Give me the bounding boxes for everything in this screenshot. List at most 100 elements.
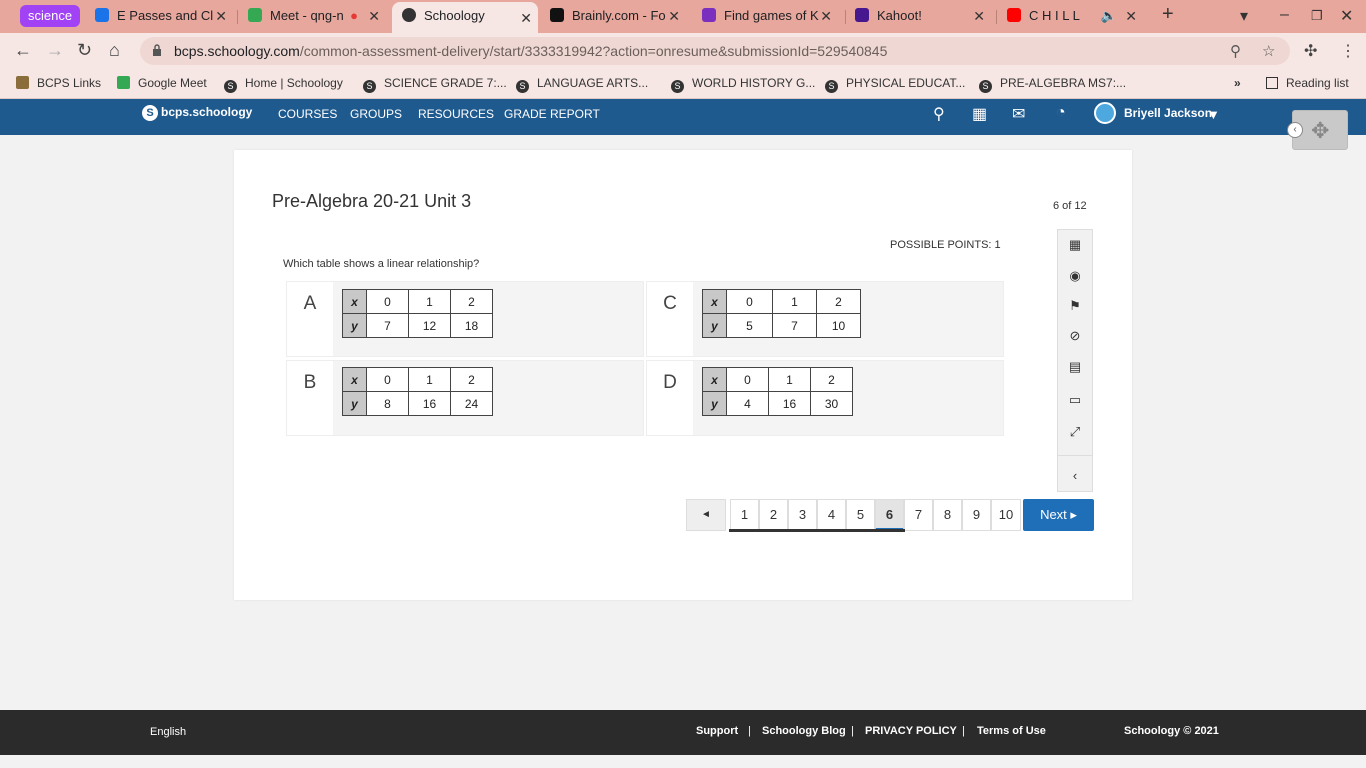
close-icon[interactable]: ✕: [973, 4, 985, 28]
notifications-icon[interactable]: ◔: [1056, 104, 1066, 122]
x-header: x: [702, 367, 727, 392]
bookmark-world-history[interactable]: S WORLD HISTORY G...: [671, 76, 815, 93]
tab-schoology[interactable]: Schoology ✕: [392, 2, 538, 33]
nav-resources[interactable]: RESOURCES: [418, 107, 494, 121]
search-icon[interactable]: ⚲: [933, 104, 945, 124]
avatar[interactable]: [1094, 102, 1116, 124]
mail-icon[interactable]: ✉: [1012, 104, 1025, 124]
nav-grade-report[interactable]: GRADE REPORT: [504, 107, 600, 121]
close-icon[interactable]: ✕: [520, 4, 532, 32]
table-cell: 16: [408, 391, 451, 416]
reading-list[interactable]: Reading list: [1266, 76, 1349, 90]
forward-icon[interactable]: →: [46, 40, 64, 61]
footer-terms[interactable]: Terms of Use: [977, 725, 1046, 737]
previous-button[interactable]: ◄: [686, 499, 726, 531]
tab-group-science[interactable]: science: [20, 5, 81, 27]
bookmark-pre-algebra[interactable]: S PRE-ALGEBRA MS7:...: [979, 76, 1126, 93]
tab-meet[interactable]: Meet - qng-n ● ✕: [248, 4, 386, 30]
move-handle[interactable]: ‹ ✥: [1287, 110, 1348, 150]
x-header: x: [702, 289, 727, 314]
reload-icon[interactable]: ↻: [77, 40, 92, 61]
tab-e-passes[interactable]: E Passes and Cl ✕: [95, 4, 233, 30]
window-close-icon[interactable]: ✕: [1340, 6, 1353, 26]
speaker-icon[interactable]: 🔈: [1101, 4, 1117, 28]
home-icon[interactable]: ⌂: [109, 40, 120, 61]
page-7[interactable]: 7: [904, 499, 933, 531]
calendar-icon[interactable]: ▦: [972, 104, 987, 124]
minimize-icon[interactable]: –: [1280, 6, 1289, 24]
clipboard-icon[interactable]: ▭: [1058, 392, 1092, 408]
page-3[interactable]: 3: [788, 499, 817, 531]
page-10[interactable]: 10: [991, 499, 1021, 531]
table-icon[interactable]: ▦: [1058, 237, 1092, 253]
bookmark-physical-education[interactable]: S PHYSICAL EDUCAT...: [825, 76, 965, 93]
tab-find-games[interactable]: Find games of K ✕: [702, 4, 838, 30]
restore-icon[interactable]: ❐: [1311, 8, 1323, 24]
schoology-logo[interactable]: Sbcps.schoology: [142, 105, 252, 121]
flag-icon[interactable]: ⚑: [1058, 298, 1092, 314]
footer-privacy[interactable]: PRIVACY POLICY: [865, 725, 957, 737]
kahoot-icon: [855, 8, 869, 22]
choice-letter: C: [647, 282, 693, 356]
new-tab-icon[interactable]: +: [1162, 3, 1174, 26]
close-icon[interactable]: ✕: [1125, 4, 1137, 28]
table-cell: 10: [816, 313, 861, 338]
fullscreen-icon[interactable]: ⤢: [1058, 424, 1092, 440]
tab-kahoot[interactable]: Kahoot! ✕: [855, 4, 991, 30]
extensions-icon[interactable]: ✣: [1304, 41, 1317, 61]
choice-c[interactable]: C x012 y 5 7 10: [646, 281, 1004, 357]
xy-table: x012 y 5 7 10: [702, 289, 861, 338]
page-2[interactable]: 2: [759, 499, 788, 531]
zoom-icon[interactable]: ⚲: [1230, 42, 1241, 60]
accessibility-icon[interactable]: ◉: [1058, 268, 1092, 284]
table-cell: 2: [816, 289, 861, 314]
nav-groups[interactable]: GROUPS: [350, 107, 402, 121]
next-button[interactable]: Next ▸: [1023, 499, 1094, 531]
table-cell: 2: [450, 367, 493, 392]
table-cell: 24: [450, 391, 493, 416]
tab-brainly[interactable]: Brainly.com - Fo ✕: [550, 4, 686, 30]
footer-blog[interactable]: Schoology Blog: [762, 725, 846, 737]
url-text[interactable]: bcps.schoology.com/common-assessment-del…: [174, 43, 887, 59]
close-icon[interactable]: ✕: [215, 4, 227, 28]
nav-courses[interactable]: COURSES: [278, 107, 337, 121]
choice-d[interactable]: D x012 y 4 16 30: [646, 360, 1004, 436]
back-icon[interactable]: ←: [14, 40, 32, 61]
bookmark-home-schoology[interactable]: S Home | Schoology: [224, 76, 343, 93]
chevron-down-icon[interactable]: ▼: [1207, 107, 1220, 122]
tab-search-icon[interactable]: ▾: [1240, 6, 1248, 26]
more-bookmarks-icon[interactable]: »: [1234, 76, 1241, 90]
user-name[interactable]: Briyell Jackson: [1124, 106, 1212, 120]
tool-panel: ▦ ◉ ⚑ ⊘ ▤ ▭ ⤢ ‹: [1057, 229, 1093, 492]
chevron-left-icon[interactable]: ‹: [1287, 122, 1303, 138]
folder-icon: [16, 76, 29, 89]
page-6[interactable]: 6: [875, 499, 904, 531]
bookmark-google-meet[interactable]: Google Meet: [117, 76, 207, 90]
close-icon[interactable]: ✕: [820, 4, 832, 28]
menu-icon[interactable]: ⋮: [1340, 41, 1356, 61]
lock-icon: [153, 44, 161, 56]
page-title: Pre-Algebra 20-21 Unit 3: [272, 191, 472, 211]
page-8[interactable]: 8: [933, 499, 962, 531]
tab-youtube[interactable]: C H I L L 🔈 ✕: [1007, 4, 1143, 30]
language-selector[interactable]: English: [150, 726, 186, 738]
chevron-left-icon[interactable]: ‹: [1058, 468, 1092, 483]
strikethrough-icon[interactable]: ⊘: [1058, 328, 1092, 344]
page-9[interactable]: 9: [962, 499, 991, 531]
browser-tab-strip: science E Passes and Cl ✕ Meet - qng-n ● ✕ …: [0, 0, 1366, 33]
page-1[interactable]: 1: [730, 499, 759, 531]
choice-a[interactable]: A x012 y 7 12 18: [286, 281, 644, 357]
close-icon[interactable]: ✕: [368, 4, 380, 28]
bookmark-language-arts[interactable]: S LANGUAGE ARTS...: [516, 76, 648, 93]
page-4[interactable]: 4: [817, 499, 846, 531]
address-bar[interactable]: bcps.schoology.com/common-assessment-del…: [140, 37, 1290, 65]
page-5[interactable]: 5: [846, 499, 875, 531]
close-icon[interactable]: ✕: [668, 4, 680, 28]
footer-support[interactable]: Support: [696, 725, 738, 737]
bookmark-bcps-links[interactable]: BCPS Links: [16, 76, 101, 90]
bookmark-science[interactable]: S SCIENCE GRADE 7:...: [363, 76, 507, 93]
choice-b[interactable]: B x012 y 8 16 24: [286, 360, 644, 436]
kahoot-icon: [702, 8, 716, 22]
calculator-icon[interactable]: ▤: [1058, 359, 1092, 375]
bookmark-star-icon[interactable]: ☆: [1262, 42, 1275, 60]
